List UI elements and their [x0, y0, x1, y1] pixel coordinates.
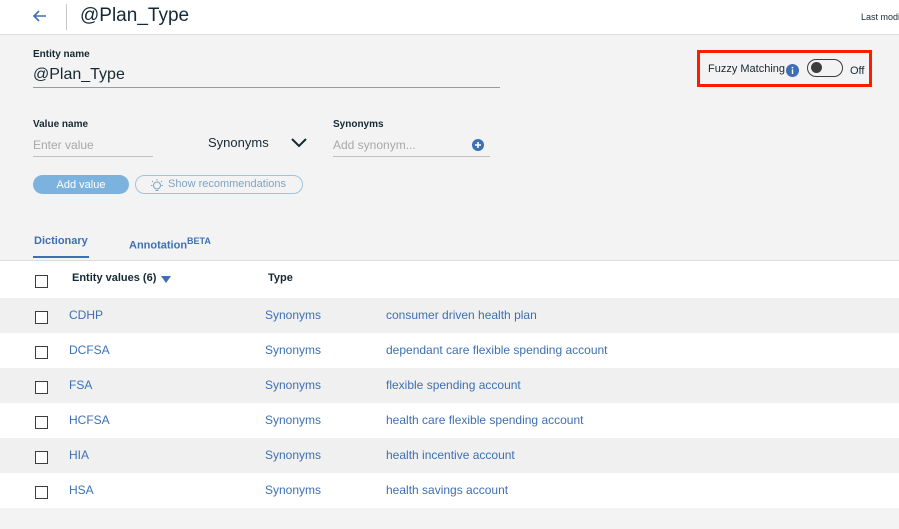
toggle-knob [811, 62, 822, 73]
show-recommendations-label: Show recommendations [168, 178, 287, 190]
table-row[interactable]: DCFSA Synonyms dependant care flexible s… [0, 333, 899, 368]
entity-name-field[interactable] [33, 63, 500, 88]
value-synonyms[interactable]: dependant care flexible spending account [386, 343, 608, 357]
table-row[interactable]: HSA Synonyms health savings account [0, 473, 899, 508]
value-type[interactable]: Synonyms [265, 308, 321, 322]
value-synonyms[interactable]: health incentive account [386, 448, 515, 462]
synonyms-label: Synonyms [333, 119, 384, 130]
fuzzy-matching-label: Fuzzy Matching [708, 63, 786, 75]
value-type[interactable]: Synonyms [265, 448, 321, 462]
tab-annotation-label: Annotation [129, 239, 188, 252]
entity-value-link[interactable]: FSA [69, 378, 92, 392]
value-synonyms[interactable]: health care flexible spending account [386, 413, 583, 427]
sort-down-icon[interactable] [161, 276, 171, 284]
value-name-label: Value name [33, 119, 89, 130]
value-type[interactable]: Synonyms [265, 413, 321, 427]
row-checkbox[interactable] [35, 486, 48, 499]
row-checkbox[interactable] [35, 451, 48, 464]
table-row[interactable]: HCFSA Synonyms health care flexible spen… [0, 403, 899, 438]
lightbulb-icon [151, 179, 163, 191]
value-synonyms[interactable]: consumer driven health plan [386, 308, 537, 322]
value-type[interactable]: Synonyms [265, 378, 321, 392]
row-checkbox[interactable] [35, 381, 48, 394]
entity-name-label: Entity name [33, 49, 90, 60]
entity-value-link[interactable]: HSA [69, 483, 94, 497]
entity-value-link[interactable]: DCFSA [69, 343, 110, 357]
row-checkbox[interactable] [35, 346, 48, 359]
last-modified-text: Last modified [861, 12, 899, 22]
value-type[interactable]: Synonyms [265, 483, 321, 497]
header-divider [66, 4, 67, 30]
value-name-input[interactable] [33, 134, 153, 157]
fuzzy-matching-toggle[interactable] [807, 59, 843, 77]
row-checkbox[interactable] [35, 311, 48, 324]
value-synonyms[interactable]: flexible spending account [386, 378, 521, 392]
entity-value-link[interactable]: HCFSA [69, 413, 110, 427]
tab-annotation[interactable]: AnnotationBETA [129, 236, 211, 252]
toggle-state-text: Off [850, 65, 865, 77]
type-select[interactable]: Synonyms [208, 132, 310, 154]
back-arrow-icon[interactable] [30, 6, 50, 26]
value-type[interactable]: Synonyms [265, 343, 321, 357]
top-bar: @Plan_Type Last modified [0, 0, 899, 35]
table-row[interactable]: CDHP Synonyms consumer driven health pla… [0, 298, 899, 333]
synonym-input[interactable] [333, 134, 490, 157]
entity-value-link[interactable]: CDHP [69, 308, 103, 322]
beta-badge: BETA [187, 236, 211, 246]
entity-value-link[interactable]: HIA [69, 448, 89, 462]
tab-dictionary[interactable]: Dictionary [34, 235, 88, 247]
chevron-down-icon [291, 138, 307, 148]
active-tab-indicator [33, 256, 89, 258]
row-checkbox[interactable] [35, 416, 48, 429]
table-header: Entity values (6) Type [0, 260, 899, 299]
fuzzy-matching-highlight: Fuzzy Matching Off [697, 50, 872, 87]
page-title: @Plan_Type [80, 5, 190, 26]
table-row[interactable]: HIA Synonyms health incentive account [0, 438, 899, 473]
add-value-button[interactable]: Add value [33, 175, 129, 194]
entity-values-column-header[interactable]: Entity values (6) [72, 272, 156, 284]
select-all-checkbox[interactable] [35, 275, 48, 288]
table-row[interactable]: FSA Synonyms flexible spending account [0, 368, 899, 403]
type-column-header: Type [268, 272, 293, 284]
info-icon[interactable] [786, 64, 799, 77]
show-recommendations-button[interactable]: Show recommendations [135, 175, 303, 194]
value-synonyms[interactable]: health savings account [386, 483, 508, 497]
add-synonym-icon[interactable] [471, 138, 485, 152]
type-select-value: Synonyms [208, 135, 269, 150]
